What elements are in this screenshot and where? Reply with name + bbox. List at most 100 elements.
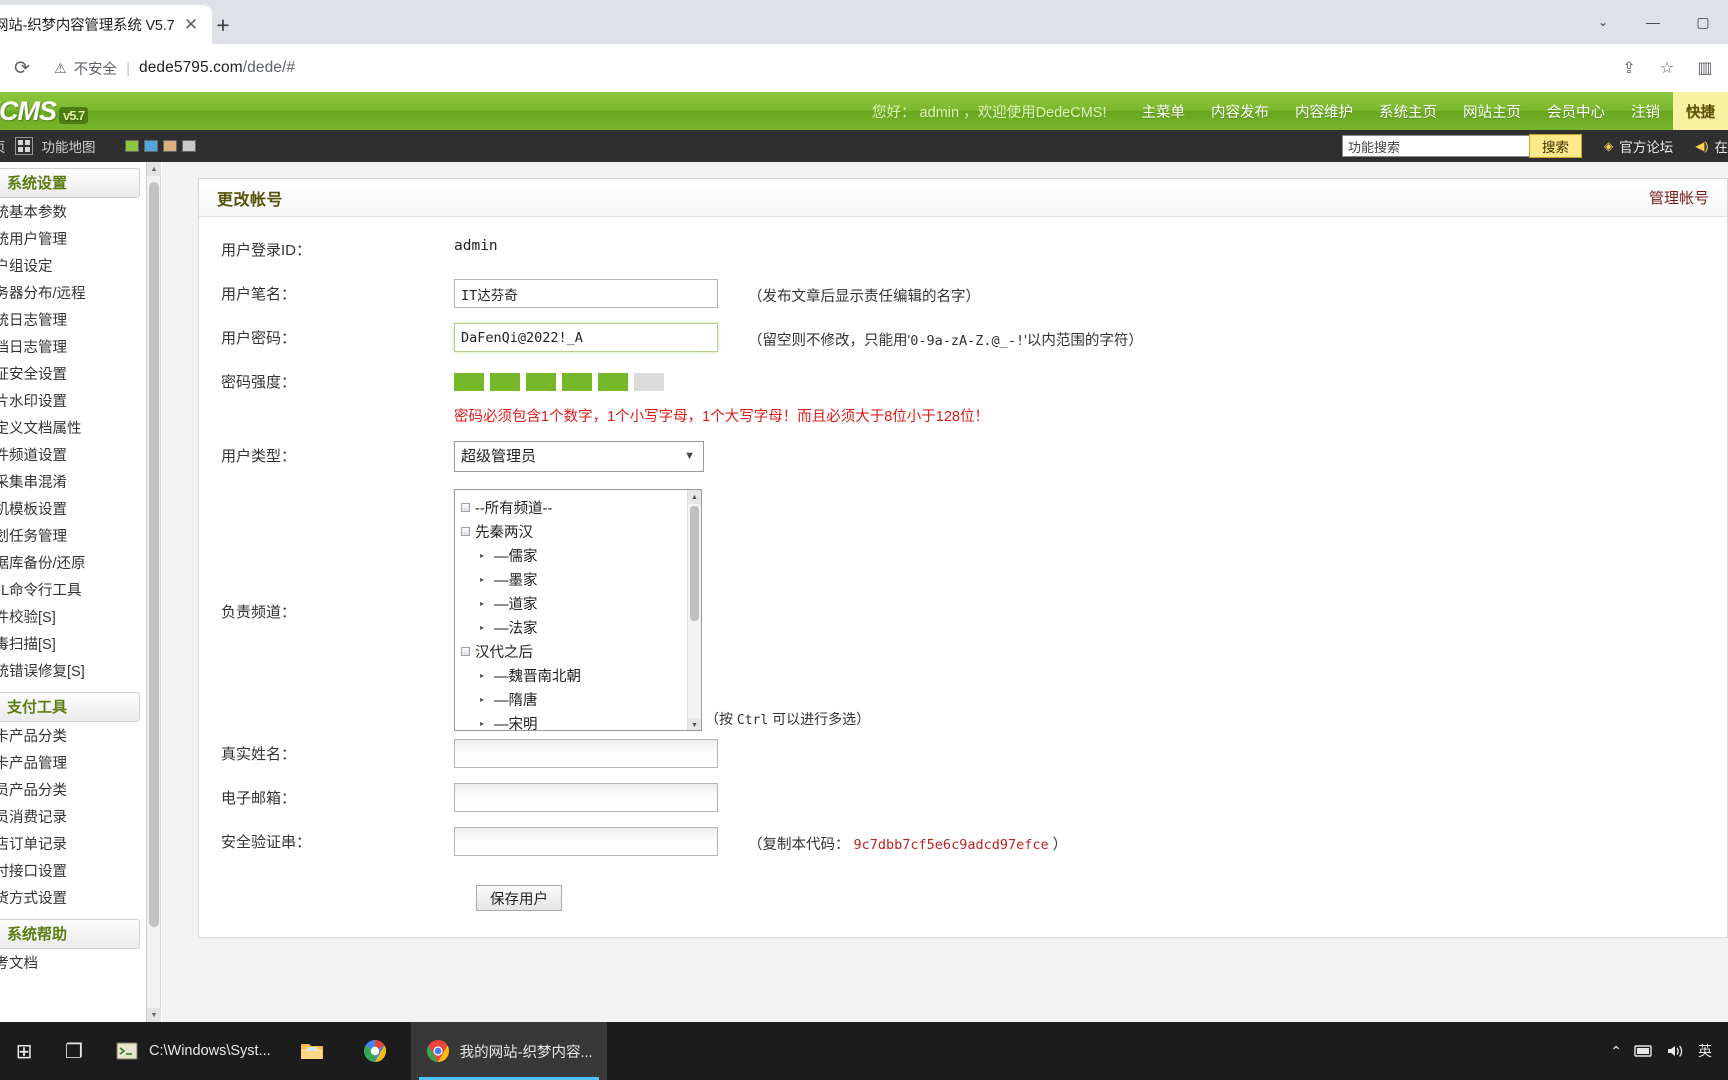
sidebar-item-custom-doc-attr[interactable]: 自定义文档属性 — [0, 416, 146, 443]
sidebar-item-anti-collect[interactable]: 防采集串混淆 — [0, 470, 146, 497]
scroll-down-icon[interactable]: ▼ — [688, 718, 701, 730]
volume-icon[interactable] — [1666, 1043, 1686, 1059]
scroll-up-icon[interactable]: ▲ — [688, 490, 701, 504]
channel-multiselect[interactable]: --所有频道-- 先秦两汉 ▸ —儒家 ▸ —墨家 ▸ —道家 ▸ —法家 汉代… — [454, 489, 702, 731]
sidebar-item-user-management[interactable]: 系统用户管理 — [0, 227, 146, 254]
subbar-home-label[interactable]: 页 — [0, 136, 6, 156]
topnav-content-publish[interactable]: 内容发布 — [1198, 92, 1282, 130]
sidebar-item-shipping-method[interactable]: 发货方式设置 — [0, 886, 146, 913]
topnav-main-menu[interactable]: 主菜单 — [1129, 92, 1199, 130]
sidebar-item-scheduled-tasks[interactable]: 计划任务管理 — [0, 524, 146, 551]
save-button[interactable]: 保存用户 — [476, 885, 562, 911]
sidebar-item-member-product-cat[interactable]: 会员产品分类 — [0, 778, 146, 805]
label-security-code: 安全验证串： — [221, 834, 312, 851]
sidebar-item-server-dist[interactable]: 服务器分布/远程 — [0, 281, 146, 308]
sidebar-item-shop-orders[interactable]: 商店订单记录 — [0, 832, 146, 859]
topnav-system-home[interactable]: 系统主页 — [1366, 92, 1450, 130]
official-forum-link[interactable]: ◈ 官方论坛 — [1604, 136, 1673, 156]
topnav-quick[interactable]: 快捷 — [1673, 92, 1728, 130]
sidebar-item-file-verify[interactable]: 软件校验[S] — [0, 605, 146, 632]
search-input[interactable] — [1342, 135, 1531, 157]
sidebar-item-member-consumption[interactable]: 会员消费记录 — [0, 805, 146, 832]
sidebar-item-card-category[interactable]: 点卡产品分类 — [0, 724, 146, 751]
side-panel-icon[interactable]: ▥ — [1688, 51, 1722, 85]
pen-name-input[interactable] — [454, 279, 718, 308]
sidebar-item-mobile-template[interactable]: 手机模板设置 — [0, 497, 146, 524]
topnav-content-maintain[interactable]: 内容维护 — [1282, 92, 1366, 130]
sidebar-item-verify-security[interactable]: 验证安全设置 — [0, 362, 146, 389]
channel-list: --所有频道-- 先秦两汉 ▸ —儒家 ▸ —墨家 ▸ —道家 ▸ —法家 汉代… — [455, 490, 687, 731]
channel-item-preqin-han[interactable]: 先秦两汉 — [461, 519, 687, 543]
topnav-member-center[interactable]: 会员中心 — [1534, 92, 1618, 130]
reload-icon[interactable]: ⟳ — [4, 57, 40, 80]
bookmark-star-icon[interactable]: ☆ — [1650, 51, 1684, 85]
channel-item-rujia[interactable]: ▸ —儒家 — [461, 543, 687, 567]
channel-item-post-han[interactable]: 汉代之后 — [461, 639, 687, 663]
email-input[interactable] — [454, 783, 718, 812]
scroll-down-icon[interactable]: ▼ — [147, 1008, 161, 1022]
sidebar-scrollbar[interactable]: ▲ ▼ — [147, 162, 161, 1022]
minimize-icon[interactable]: — — [1628, 0, 1678, 44]
manage-accounts-link[interactable]: 管理帐号 — [1649, 187, 1709, 208]
sidebar-item-db-backup[interactable]: 数据库备份/还原 — [0, 551, 146, 578]
scroll-up-icon[interactable]: ▲ — [147, 162, 161, 176]
chevron-down-icon[interactable]: ⌄ — [1578, 0, 1628, 44]
sidebar-item-error-repair[interactable]: 系统错误修复[S] — [0, 659, 146, 686]
taskbar-item-cmd[interactable]: C:\Windows\Syst... — [100, 1022, 285, 1080]
swatch-blue[interactable] — [143, 140, 158, 152]
sidebar-item-payment-interface[interactable]: 支付接口设置 — [0, 859, 146, 886]
password-input[interactable] — [454, 323, 718, 352]
channel-item-weijin[interactable]: ▸ —魏晋南北朝 — [461, 663, 687, 687]
network-icon[interactable] — [1634, 1043, 1654, 1059]
official-forum-label: 官方论坛 — [1619, 140, 1674, 155]
sidebar-item-system-log[interactable]: 系统日志管理 — [0, 308, 146, 335]
security-code-input[interactable] — [454, 827, 718, 856]
not-secure-badge[interactable]: ⚠ 不安全 — [54, 58, 117, 79]
sidebar-item-user-group[interactable]: 用户组设定 — [0, 254, 146, 281]
password-strength-meter — [454, 367, 664, 391]
new-tab-icon[interactable]: + — [208, 10, 238, 40]
maximize-icon[interactable]: ▢ — [1678, 0, 1728, 44]
taskbar-item-explorer[interactable] — [285, 1022, 348, 1080]
label-channels: 负责频道： — [221, 604, 297, 621]
sitemap-label[interactable]: 功能地图 — [42, 136, 96, 156]
sidebar-item-virus-scan[interactable]: 病毒扫描[S] — [0, 632, 146, 659]
channel-scrollbar[interactable]: ▲ ▼ — [687, 490, 701, 730]
taskbar-item-chrome-dedecms[interactable]: 我的网站-织梦内容... — [410, 1022, 607, 1080]
swatch-tan[interactable] — [162, 140, 177, 152]
start-button[interactable]: ⊞ — [0, 1022, 48, 1080]
channel-scroll-thumb[interactable] — [690, 506, 699, 621]
channel-item-fajia[interactable]: ▸ —法家 — [461, 615, 687, 639]
real-name-input[interactable] — [454, 739, 718, 768]
swatch-green[interactable] — [124, 140, 139, 152]
sidebar-item-doc-log[interactable]: 文档日志管理 — [0, 335, 146, 362]
sidebar-item-watermark[interactable]: 图片水印设置 — [0, 389, 146, 416]
channel-item-songming[interactable]: ▸ —宋明 — [461, 711, 687, 731]
task-view-button[interactable]: ❐ — [48, 1022, 100, 1080]
sidebar-item-software-channel[interactable]: 软件频道设置 — [0, 443, 146, 470]
online-status-link[interactable]: ◀) 在 — [1695, 136, 1728, 156]
sidebar-item-reference-doc[interactable]: 参考文档 — [0, 951, 146, 978]
close-icon[interactable]: ✕ — [180, 14, 202, 36]
channel-item-all[interactable]: --所有频道-- — [461, 495, 687, 519]
ime-icon[interactable]: 英 — [1698, 1041, 1712, 1061]
browser-tab[interactable]: 网站-织梦内容管理系统 V5.7 ✕ — [0, 5, 212, 44]
search-button[interactable]: 搜索 — [1529, 134, 1583, 158]
sidebar-item-sql-tool[interactable]: SQL命令行工具 — [0, 578, 146, 605]
subbar-right: 搜索 ◈ 官方论坛 ◀) 在 — [1342, 134, 1728, 158]
share-icon[interactable]: ⇪ — [1612, 51, 1646, 85]
sidebar-item-basic-params[interactable]: 系统基本参数 — [0, 200, 146, 227]
sidebar-scroll-thumb[interactable] — [149, 182, 159, 927]
show-hidden-icons-icon[interactable]: ⌃ — [1610, 1043, 1622, 1060]
sidebar-item-card-management[interactable]: 点卡产品管理 — [0, 751, 146, 778]
channel-item-suitang[interactable]: ▸ —隋唐 — [461, 687, 687, 711]
channel-item-mojia[interactable]: ▸ —墨家 — [461, 567, 687, 591]
address-bar[interactable]: ⚠ 不安全 | dede5795.com/dede/# — [54, 51, 1612, 85]
swatch-gray[interactable] — [181, 140, 196, 152]
channel-item-daojia[interactable]: ▸ —道家 — [461, 591, 687, 615]
taskbar-item-chrome-alt[interactable] — [348, 1022, 411, 1080]
user-type-select[interactable]: 超级管理员 — [454, 441, 704, 472]
topnav-logout[interactable]: 注销 — [1618, 92, 1673, 130]
topnav-site-home[interactable]: 网站主页 — [1450, 92, 1534, 130]
hint-password: （留空则不修改，只能用'0-9a-zA-Z.@_-!'以内范围的字符） — [748, 323, 1143, 350]
